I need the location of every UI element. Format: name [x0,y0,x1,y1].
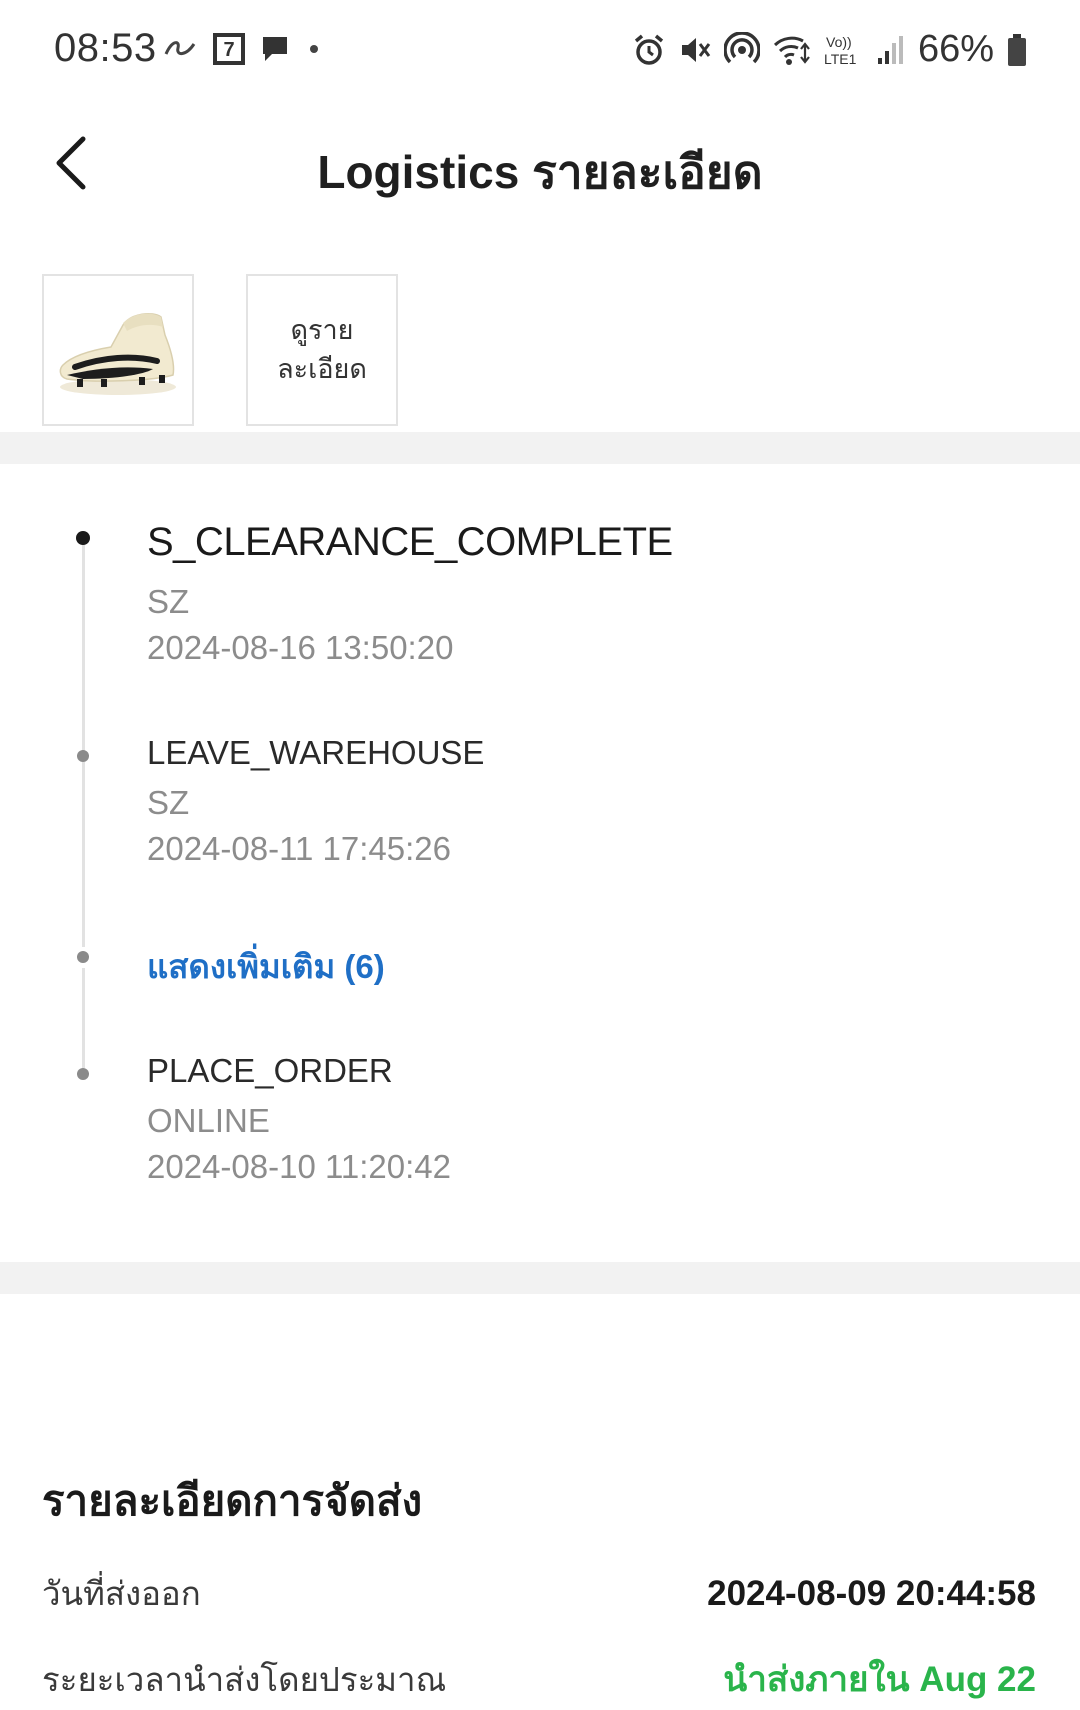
view-details-button[interactable]: ดูรายละเอียด [246,274,398,426]
timeline-dot-current [76,531,90,545]
show-more-link[interactable]: แสดงเพิ่มเติม (6) [147,940,385,993]
event-status: LEAVE_WAREHOUSE [147,734,485,771]
ship-date-label: วันที่ส่งออก [42,1575,201,1612]
timeline-dot [77,750,89,762]
eta-value: นำส่งภายใน Aug 22 [723,1660,1036,1699]
volte-icon: Vo)) LTE1 [824,33,864,67]
event-time: 2024-08-11 17:45:26 [147,830,451,867]
battery-icon [1006,33,1028,67]
app-header: Logistics รายละเอียด [0,100,1080,230]
status-time: 08:53 [54,26,157,70]
shipping-details-title: รายละเอียดการจัดส่ง [42,1477,423,1524]
chat-bubble-icon [260,34,290,64]
signal-icon [876,34,906,66]
product-thumbnail[interactable] [42,274,194,426]
link-icon [162,38,198,60]
event-status: S_CLEARANCE_COMPLETE [147,520,673,564]
ship-date-row: วันที่ส่งออก 2024-08-09 20:44:58 [42,1567,1036,1620]
event-location: SZ [147,583,190,620]
timeline-dot [77,1068,89,1080]
page-title: Logistics รายละเอียด [317,146,763,198]
svg-text:7: 7 [223,39,234,61]
svg-text:Vo)): Vo)) [826,34,852,50]
svg-text:LTE1: LTE1 [824,51,857,67]
section-divider [0,432,1080,464]
wifi-icon [772,33,812,67]
mute-icon [678,33,712,67]
status-bar: 08:53 7 Vo)) LTE1 66% [0,0,1080,100]
hotspot-icon [723,31,760,68]
timeline-event: LEAVE_WAREHOUSE SZ 2024-08-11 17:45:26 [147,734,484,868]
event-time: 2024-08-16 13:50:20 [147,629,454,666]
event-time: 2024-08-10 11:20:42 [147,1148,451,1185]
section-divider [0,1262,1080,1294]
event-location: ONLINE [147,1102,270,1139]
product-row: ดูรายละเอียด [42,274,398,426]
event-location: SZ [147,784,190,821]
eta-label: ระยะเวลานำส่งโดยประมาณ [42,1661,447,1698]
seven-eleven-icon: 7 [212,32,246,66]
event-status: PLACE_ORDER [147,1052,393,1089]
timeline-dot [77,951,89,963]
ship-date-value: 2024-08-09 20:44:58 [707,1573,1036,1613]
dot-icon [304,39,324,59]
battery-percent: 66% [917,28,994,70]
timeline-line [82,542,85,752]
system-icons: Vo)) LTE1 66% [632,28,1028,71]
alarm-icon [632,33,666,67]
timeline-line [82,762,85,947]
football-boot-image [59,312,176,395]
timeline-event: PLACE_ORDER ONLINE 2024-08-10 11:20:42 [147,1052,451,1186]
eta-row: ระยะเวลานำส่งโดยประมาณ นำส่งภายใน Aug 22 [42,1652,1036,1707]
timeline-event: S_CLEARANCE_COMPLETE SZ 2024-08-16 13:50… [147,520,673,667]
timeline-line [82,968,85,1068]
notification-icons: 7 [162,32,324,66]
